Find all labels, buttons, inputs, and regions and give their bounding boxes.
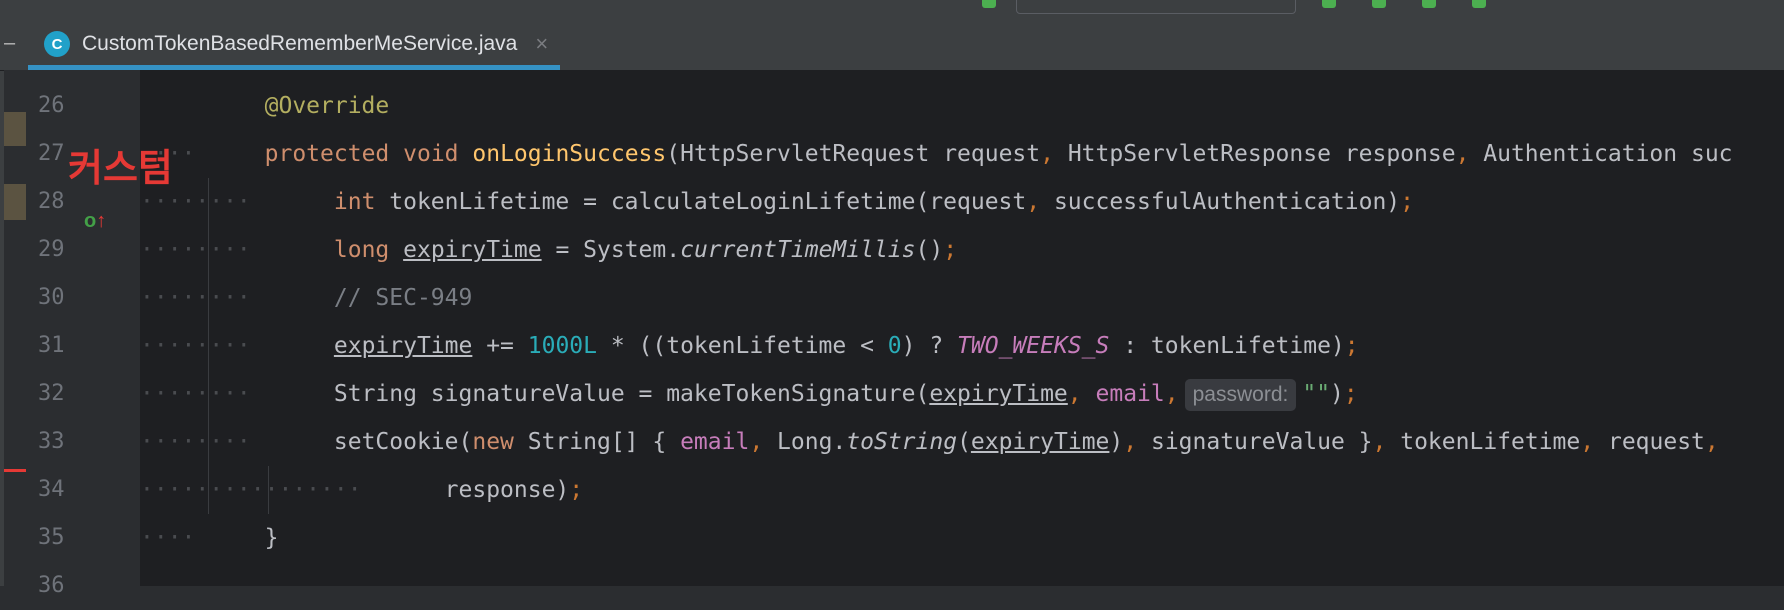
line-number: 31 <box>38 333 65 358</box>
comment: // SEC-949 <box>333 285 473 311</box>
close-icon[interactable]: × <box>535 31 548 57</box>
tab-custom-token-service[interactable]: C CustomTokenBasedRememberMeService.java… <box>28 18 560 70</box>
code-editor[interactable]: 26 27 28 29 30 31 32 33 34 35 36 o↑ @Ove… <box>4 70 1784 598</box>
coverage-icon[interactable] <box>1422 0 1436 8</box>
error-marker <box>4 469 26 472</box>
change-marker[interactable] <box>4 184 26 220</box>
method-name: onLoginSuccess <box>472 141 667 167</box>
line-number: 36 <box>38 573 65 598</box>
custom-annotation-label: 커스텀 <box>68 146 173 190</box>
run-check-icon[interactable] <box>982 0 996 8</box>
parameter-hint: password: <box>1184 379 1297 411</box>
tab-filename: CustomTokenBasedRememberMeService.java <box>82 32 518 55</box>
code-line-28[interactable]: ········ int tokenLifetime = calculateLo… <box>140 178 1784 226</box>
code-line-26[interactable]: @Override <box>140 82 1784 130</box>
collapse-icon[interactable]: – <box>4 32 15 55</box>
line-number: 30 <box>38 285 65 310</box>
change-marker[interactable] <box>4 112 26 146</box>
editor-tab-bar: – C CustomTokenBasedRememberMeService.ja… <box>0 18 1784 71</box>
annotation: @Override <box>264 93 390 119</box>
code-area[interactable]: @Override ···· protected void onLoginSuc… <box>140 70 1784 586</box>
line-number: 35 <box>38 525 65 550</box>
profile-icon[interactable] <box>1472 0 1486 8</box>
override-implements-icon[interactable]: o↑ <box>84 210 106 233</box>
code-line-31[interactable]: ········ expiryTime += 1000L * ((tokenLi… <box>140 322 1784 370</box>
code-line-32[interactable]: ········ String signatureValue = makeTok… <box>140 370 1784 418</box>
line-number: 34 <box>38 477 65 502</box>
code-line-30[interactable]: ········ // SEC-949 <box>140 274 1784 322</box>
line-number: 29 <box>38 237 65 262</box>
code-line-27[interactable]: ···· protected void onLoginSuccess(HttpS… <box>140 130 1784 178</box>
line-number: 33 <box>38 429 65 454</box>
code-line-34[interactable]: ················ response); <box>140 466 1784 514</box>
toolbar <box>0 0 1784 19</box>
run-configuration-selector[interactable] <box>1016 0 1296 14</box>
java-class-icon: C <box>44 31 70 57</box>
code-line-29[interactable]: ········ long expiryTime = System.curren… <box>140 226 1784 274</box>
run-icon[interactable] <box>1322 0 1336 8</box>
code-line-33[interactable]: ········ setCookie(new String[] { email,… <box>140 418 1784 466</box>
code-line-35[interactable]: ···· } <box>140 514 1784 562</box>
line-number: 32 <box>38 381 65 406</box>
debug-icon[interactable] <box>1372 0 1386 8</box>
line-number: 26 <box>38 93 65 118</box>
